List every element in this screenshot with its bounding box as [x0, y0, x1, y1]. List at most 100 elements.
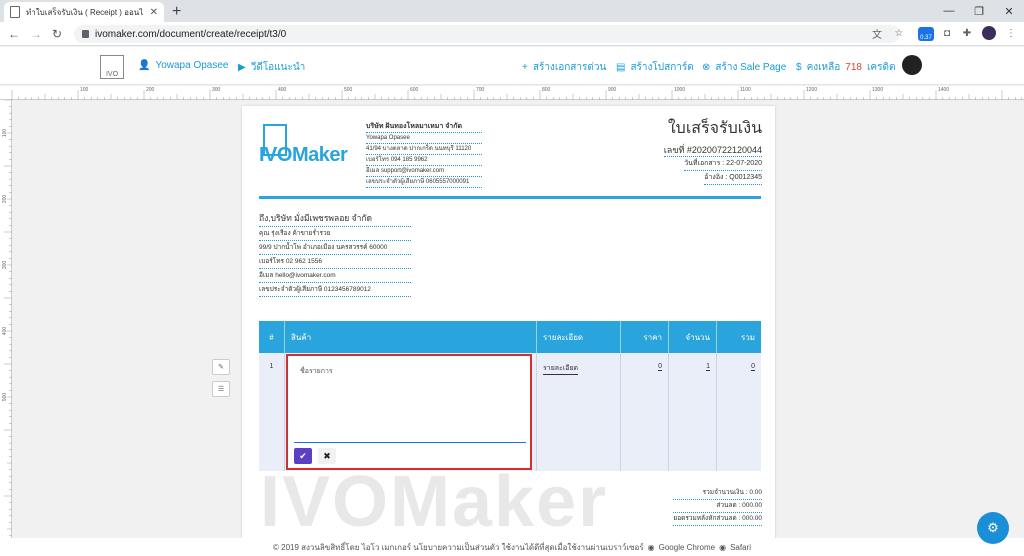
- row-price[interactable]: 0: [658, 363, 662, 371]
- plus-icon: +: [522, 62, 528, 73]
- document-reference[interactable]: อ้างอิง : Q0012345: [704, 172, 762, 185]
- confirm-button[interactable]: ✔: [294, 448, 312, 464]
- row-qty[interactable]: 1: [706, 363, 710, 371]
- chrome-icon: ◉: [647, 542, 655, 552]
- address-bar[interactable]: ivomaker.com/document/create/receipt/t3/…: [74, 25, 900, 43]
- credit-prefix: คงเหลือ: [806, 62, 841, 73]
- ruler-label: 1000: [674, 87, 686, 93]
- new-tab-icon[interactable]: +: [172, 3, 181, 21]
- ruler-label: 600: [410, 87, 419, 93]
- settings-gear-icon[interactable]: ⚙: [977, 512, 1009, 544]
- header-divider: [259, 196, 761, 199]
- row-qty-cell[interactable]: 1: [669, 353, 717, 471]
- header-total: รวม: [740, 332, 755, 342]
- extension-badge[interactable]: 0.37: [918, 27, 934, 41]
- format-tool-icon[interactable]: ✎: [212, 359, 230, 375]
- company-tax-id[interactable]: เลขประจำตัวผู้เสียภาษี 0605557000091: [366, 177, 482, 188]
- check-icon: ✔: [299, 450, 307, 461]
- user-menu[interactable]: 👤 Yowapa Opasee: [138, 60, 228, 71]
- page-favicon-icon: [10, 6, 20, 18]
- document-icon: ▤: [616, 62, 626, 73]
- close-icon: ✖: [323, 450, 331, 461]
- customer-address[interactable]: 99/9 ปากน้ำโพ อำเภอเมือง นครสวรรค์ 60000: [259, 241, 411, 255]
- row-price-cell[interactable]: 0: [621, 353, 669, 471]
- quick-doc-button[interactable]: + สร้างเอกสารด่วน: [522, 60, 606, 75]
- row-description-cell[interactable]: รายละเอียด: [537, 353, 621, 471]
- customer-tax-id[interactable]: เลขประจำตัวผู้เสียภาษี 0123456789012: [259, 283, 411, 297]
- table-header: # สินค้า รายละเอียด ราคา จำนวน รวม: [259, 321, 761, 353]
- row-description[interactable]: รายละเอียด: [543, 363, 579, 375]
- product-name-editor[interactable]: ชื่อรายการ ✔ ✖: [286, 354, 532, 470]
- document-meta: เลขที่ #20200722120044 วันที่เอกสาร : 22…: [663, 144, 762, 185]
- window-controls: — ❐ ✕: [934, 0, 1024, 22]
- forward-icon[interactable]: →: [30, 27, 42, 41]
- close-window-icon[interactable]: ✕: [994, 0, 1024, 22]
- company-contact[interactable]: Yowapa Opasee: [366, 133, 482, 144]
- row-total-cell: 0: [717, 353, 761, 471]
- coin-icon: $: [796, 62, 802, 73]
- customer-contact[interactable]: คุณ รุ่งเรือง ค้าขายร่ำรวย: [259, 227, 411, 241]
- ruler-label: 1200: [806, 87, 818, 93]
- sale-page-button[interactable]: ⊗ สร้าง Sale Page: [702, 60, 786, 75]
- company-info: บริษัท ฝันทองโหลมาเหมา จำกัด Yowapa Opas…: [366, 122, 482, 188]
- postcard-button[interactable]: ▤ สร้างโปสการ์ด: [616, 60, 694, 75]
- ruler-label: 700: [476, 87, 485, 93]
- document-date[interactable]: วันที่เอกสาร : 22-07-2020: [684, 158, 762, 171]
- app-header: IVO 👤 Yowapa Opasee ▶ วีดีโอแนะนำ + สร้า…: [0, 47, 1024, 85]
- credit-display[interactable]: $ คงเหลือ 718 เครดิต: [796, 60, 895, 75]
- ruler-label: 1300: [872, 87, 884, 93]
- header-product: สินค้า: [285, 321, 537, 353]
- ruler-label: 800: [542, 87, 551, 93]
- customer-email[interactable]: อีเมล hello@ivomaker.com: [259, 269, 411, 283]
- receipt-paper: IVOMaker IVOMaker บริษัท ฝันทองโหลมาเหมา…: [242, 106, 775, 540]
- customer-name[interactable]: ถึง,บริษัท มั่งมีเพชรพลอย จำกัด: [259, 210, 411, 227]
- back-icon[interactable]: ←: [8, 27, 20, 41]
- align-tool-icon[interactable]: ☰: [212, 381, 230, 397]
- bookmark-star-icon[interactable]: ☆: [892, 26, 906, 40]
- app-logo[interactable]: IVO: [100, 55, 124, 79]
- url-text: ivomaker.com/document/create/receipt/t3/…: [95, 28, 287, 40]
- extensions-puzzle-icon[interactable]: ✚: [960, 26, 974, 40]
- product-name-input[interactable]: ชื่อรายการ: [300, 366, 333, 377]
- document-number[interactable]: เลขที่ #20200722120044: [663, 144, 762, 157]
- video-guide-link[interactable]: ▶ วีดีโอแนะนำ: [238, 60, 305, 75]
- ruler-label: 500: [344, 87, 353, 93]
- maximize-icon[interactable]: ❐: [964, 0, 994, 22]
- tab-title: ทำใบเสร็จรับเงิน ( Receipt ) ออนไลน์: [26, 7, 144, 17]
- horizontal-ruler: 100 200 300 400 500 600 700 800 900 1000 1100 1200 1…: [0, 86, 1024, 100]
- reload-icon[interactable]: ↻: [52, 27, 62, 41]
- credit-amount: 718: [845, 62, 862, 73]
- postcard-label: สร้างโปสการ์ด: [630, 62, 694, 73]
- cancel-button[interactable]: ✖: [318, 448, 336, 464]
- sale-page-label: สร้าง Sale Page: [715, 62, 787, 73]
- customer-phone[interactable]: เบอร์โทร 02 962 1556: [259, 255, 411, 269]
- browser-menu-icon[interactable]: ⋮: [1004, 26, 1018, 40]
- safari-icon: ◉: [719, 542, 727, 552]
- user-avatar[interactable]: [902, 55, 922, 75]
- lock-icon: [82, 30, 89, 38]
- user-name: Yowapa Opasee: [155, 60, 229, 71]
- profile-avatar[interactable]: [982, 26, 996, 40]
- camera-icon[interactable]: ◘: [940, 26, 954, 40]
- browser-toolbar: ← → ↻ ivomaker.com/document/create/recei…: [0, 22, 1024, 46]
- ruler-label: 900: [608, 87, 617, 93]
- logo-text: IVOMaker: [259, 144, 348, 166]
- browser-tab[interactable]: ทำใบเสร็จรับเงิน ( Receipt ) ออนไลน์ ✕: [4, 2, 164, 22]
- input-underline: [294, 442, 526, 443]
- ruler-label: 1100: [740, 87, 751, 93]
- document-title[interactable]: ใบเสร็จรับเงิน: [668, 116, 762, 141]
- ruler-label: 300: [2, 260, 9, 270]
- footer-text: © 2019 สงวนลิขสิทธิ์โดย ไอโว เมกเกอร์ นโ…: [273, 542, 644, 552]
- ruler-ticks-v: [4, 100, 12, 536]
- company-email[interactable]: อีเมล support@ivomaker.com: [366, 166, 482, 177]
- company-name[interactable]: บริษัท ฝันทองโหลมาเหมา จำกัด: [366, 122, 482, 133]
- minimize-icon[interactable]: —: [934, 0, 964, 22]
- company-address[interactable]: 41/94 บางตลาด ปากเกร็ด นนทบุรี 11120: [366, 144, 482, 155]
- close-tab-icon[interactable]: ✕: [150, 7, 158, 18]
- translate-icon[interactable]: 文: [870, 26, 884, 41]
- discount[interactable]: ส่วนลด : 000.00: [673, 500, 762, 513]
- company-logo[interactable]: IVOMaker: [259, 122, 359, 166]
- footer-chrome: Google Chrome: [658, 542, 716, 552]
- company-phone[interactable]: เบอร์โทร 094 185 9962: [366, 155, 482, 166]
- side-tools: ✎ ☰: [212, 359, 230, 403]
